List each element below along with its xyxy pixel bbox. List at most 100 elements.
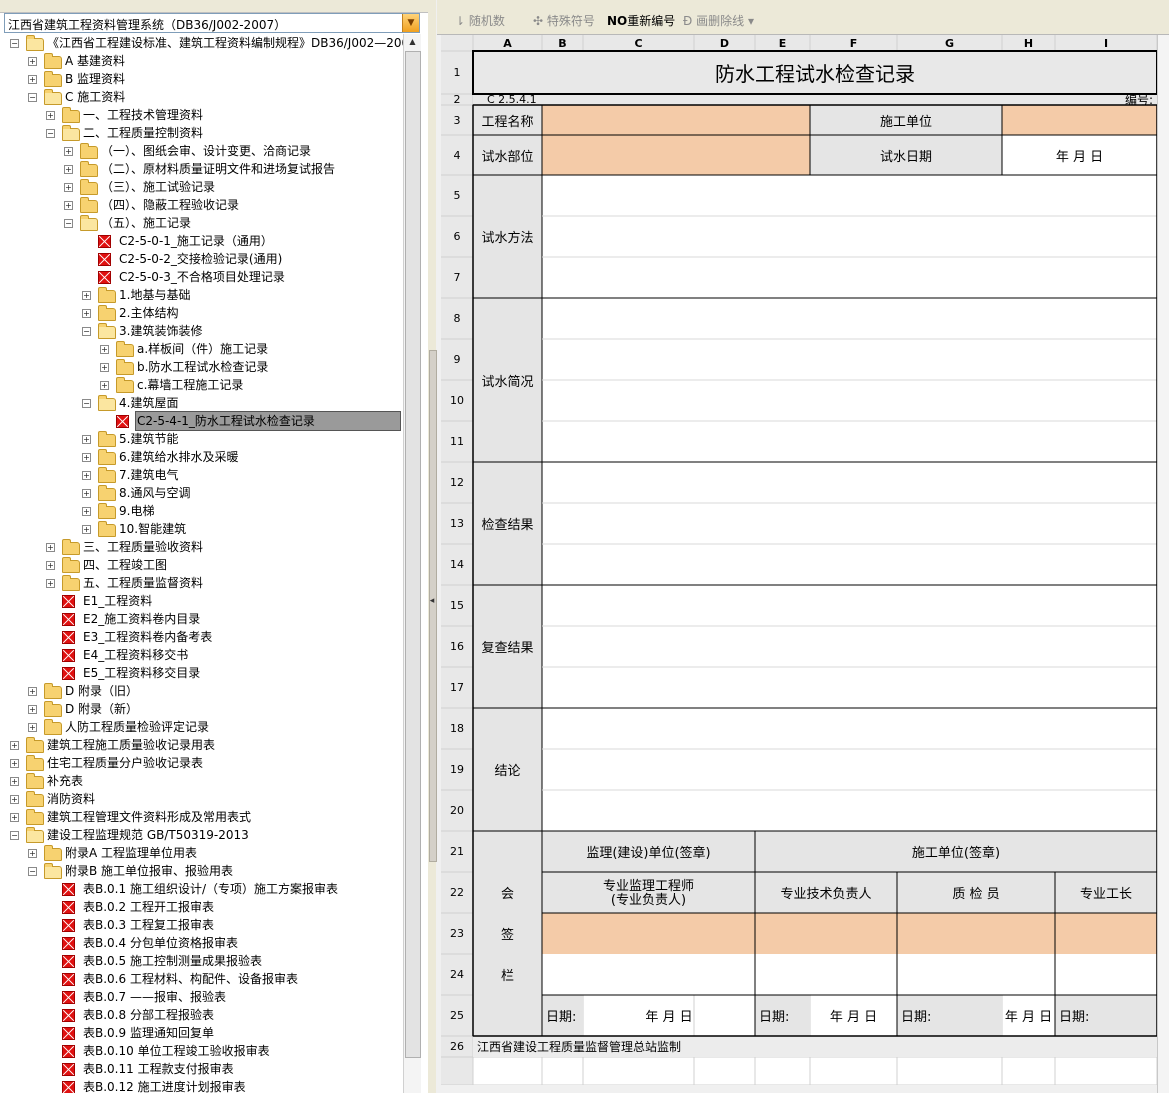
row-header[interactable]: 14 [441, 544, 473, 585]
tree-item[interactable]: + 附录A 工程监理单位用表 [28, 844, 400, 862]
row-header[interactable]: 26 [441, 1036, 473, 1057]
tree-item[interactable]: − 3.建筑装饰装修 [82, 322, 400, 340]
row-header[interactable]: 10 [441, 380, 473, 421]
tree-item[interactable]: +5.建筑节能 [82, 430, 400, 448]
collapse-icon[interactable]: − [10, 831, 19, 840]
tree-item[interactable]: − C 施工资料 [28, 88, 400, 106]
tree-item[interactable]: + B 监理资料 [28, 70, 400, 88]
expand-icon[interactable]: + [100, 363, 109, 372]
collapse-icon[interactable]: − [82, 399, 91, 408]
tree-item[interactable]: + a.样板间（件）施工记录 [100, 340, 400, 358]
row-header[interactable]: 9 [441, 339, 473, 380]
system-selector[interactable]: 江西省建筑工程资料管理系统（DB36/J002-2007） ▼ [4, 13, 420, 33]
expand-icon[interactable]: + [28, 849, 37, 858]
expand-icon[interactable]: + [46, 579, 55, 588]
sign-column-label[interactable]: 栏 [473, 954, 542, 995]
sign-date-value[interactable]: 年 月 日 [810, 995, 897, 1036]
chevron-down-icon[interactable]: ▼ [402, 14, 419, 32]
expand-icon[interactable]: + [10, 741, 19, 750]
tree-item[interactable]: + 四、工程竣工图 [46, 556, 400, 574]
row-header[interactable]: 3 [441, 105, 473, 135]
form-footer[interactable]: 江西省建设工程质量监督管理总站监制 [473, 1036, 1157, 1057]
row-header[interactable]: 21 [441, 831, 473, 872]
collapse-arrow-icon[interactable]: ◂ [428, 596, 436, 606]
expand-icon[interactable]: + [28, 723, 37, 732]
tree-item[interactable]: + （二）、原材料质量证明文件和进场复试报告 [64, 160, 400, 178]
column-header[interactable]: A [473, 35, 542, 51]
test-date-value[interactable]: 年 月 日 [1002, 135, 1157, 175]
expand-icon[interactable]: + [82, 291, 91, 300]
tree-item[interactable]: C2-5-4-1_防水工程试水检查记录 [100, 411, 401, 431]
inspector-label[interactable]: 质 检 员 [897, 872, 1055, 913]
expand-icon[interactable]: + [46, 561, 55, 570]
tree-item[interactable]: 表B.0.11 工程款支付报审表 [46, 1060, 400, 1078]
inspection-label[interactable]: 检查结果 [473, 462, 542, 585]
spreadsheet[interactable]: ABCDEFGHIJ123456789101112131415161718192… [441, 35, 1157, 1085]
row-header[interactable]: 11 [441, 421, 473, 462]
tree-item[interactable]: E2_施工资料卷内目录 [46, 610, 400, 628]
tree-item[interactable]: + （四）、隐蔽工程验收记录 [64, 196, 400, 214]
tree-item[interactable]: + c.幕墙工程施工记录 [100, 376, 400, 394]
method-label[interactable]: 试水方法 [473, 175, 542, 298]
expand-icon[interactable]: + [82, 435, 91, 444]
row-header[interactable]: 6 [441, 216, 473, 257]
column-header[interactable]: E [755, 35, 810, 51]
sign-date-value[interactable]: 年 月 日 [1002, 995, 1055, 1036]
expand-icon[interactable]: + [64, 201, 73, 210]
splitter-grip[interactable] [429, 350, 437, 862]
tree-item[interactable]: + 五、工程质量监督资料 [46, 574, 400, 592]
column-header[interactable]: I [1055, 35, 1157, 51]
tree-item[interactable]: − 《江西省工程建设标准、建筑工程资料编制规程》DB36/J002—2007 [10, 34, 403, 52]
tree-item[interactable]: + D 附录（旧） [28, 682, 400, 700]
expand-icon[interactable]: + [28, 57, 37, 66]
form-code[interactable]: C 2.5.4.1 [473, 94, 694, 105]
tree-item[interactable]: +6.建筑给水排水及采暖 [82, 448, 400, 466]
strikethrough-button[interactable]: Ɖ 画删除线 ▾ [683, 12, 754, 29]
expand-icon[interactable]: + [64, 165, 73, 174]
tree-item[interactable]: + 建筑工程施工质量验收记录用表 [10, 736, 400, 754]
tree-item[interactable]: + 人防工程质量检验评定记录 [28, 718, 400, 736]
row-header[interactable]: 13 [441, 503, 473, 544]
construction-unit-label[interactable]: 施工单位 [810, 105, 1002, 135]
test-date-label[interactable]: 试水日期 [810, 135, 1002, 175]
expand-icon[interactable]: + [10, 777, 19, 786]
situation-label[interactable]: 试水简况 [473, 298, 542, 462]
row-header[interactable]: 2 [441, 94, 473, 105]
row-header[interactable]: 23 [441, 913, 473, 954]
expand-icon[interactable]: + [82, 453, 91, 462]
expand-icon[interactable]: + [64, 183, 73, 192]
expand-icon[interactable]: + [10, 795, 19, 804]
row-header[interactable]: 22 [441, 872, 473, 913]
form-title[interactable]: 防水工程试水检查记录 [473, 51, 1157, 94]
chevron-down-icon[interactable]: ▾ [748, 14, 754, 28]
tree-item[interactable]: + 建筑工程管理文件资料形成及常用表式 [10, 808, 400, 826]
tree-item[interactable]: 表B.0.5 施工控制测量成果报验表 [46, 952, 400, 970]
row-header[interactable]: 15 [441, 585, 473, 626]
column-header[interactable]: F [810, 35, 897, 51]
collapse-icon[interactable]: − [10, 39, 19, 48]
tree-item[interactable]: +2.主体结构 [82, 304, 400, 322]
row-header[interactable]: 16 [441, 626, 473, 667]
tree-item[interactable]: C2-5-0-3_不合格项目处理记录 [82, 268, 400, 286]
row-header[interactable]: 20 [441, 790, 473, 831]
tree-item[interactable]: − （五）、施工记录 [64, 214, 400, 232]
row-header[interactable]: 5 [441, 175, 473, 216]
collapse-icon[interactable]: − [28, 93, 37, 102]
row-header[interactable]: 17 [441, 667, 473, 708]
panel-splitter[interactable]: ◂ [428, 0, 437, 1093]
tree-item[interactable]: 表B.0.10 单位工程竣工验收报审表 [46, 1042, 400, 1060]
number-label[interactable]: 编号: [1055, 94, 1157, 105]
conclusion-label[interactable]: 结论 [473, 708, 542, 831]
row-header[interactable]: 12 [441, 462, 473, 503]
expand-icon[interactable]: + [10, 813, 19, 822]
expand-icon[interactable]: + [28, 705, 37, 714]
column-header[interactable]: D [694, 35, 755, 51]
tree-item[interactable]: − 附录B 施工单位报审、报验用表 [28, 862, 400, 880]
tree-item[interactable]: 表B.0.2 工程开工报审表 [46, 898, 400, 916]
tree-item[interactable]: 表B.0.12 施工进度计划报审表 [46, 1078, 400, 1093]
expand-icon[interactable]: + [100, 381, 109, 390]
tree-item[interactable]: + 住宅工程质量分户验收记录表 [10, 754, 400, 772]
row-header[interactable]: 7 [441, 257, 473, 298]
expand-icon[interactable]: + [28, 687, 37, 696]
tree-item[interactable]: + 补充表 [10, 772, 400, 790]
